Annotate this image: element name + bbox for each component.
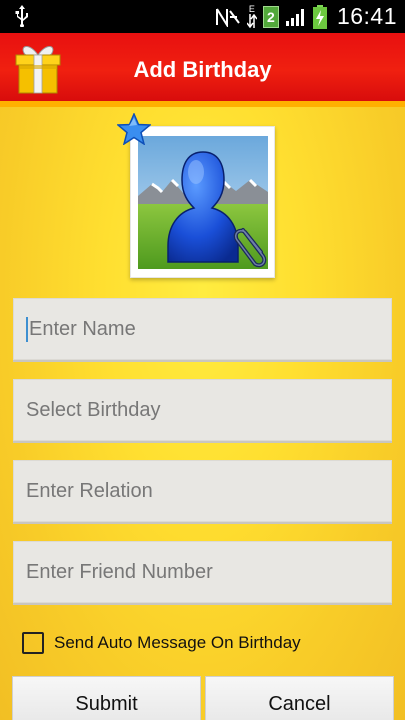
paperclip-icon	[233, 228, 267, 268]
app-bar: Add Birthday	[0, 33, 405, 107]
notification-badge: 2	[262, 5, 279, 28]
usb-icon	[15, 5, 28, 27]
submit-button[interactable]: Submit	[12, 676, 201, 720]
nfc-icon	[215, 7, 240, 27]
name-field-placeholder: Enter Name	[29, 317, 136, 340]
birthday-field[interactable]: Select Birthday	[13, 379, 392, 443]
auto-message-checkbox[interactable]	[22, 632, 44, 654]
status-bar: E 2 16:41	[0, 0, 405, 33]
battery-charging-icon	[312, 4, 327, 29]
signal-icon	[285, 8, 304, 26]
text-cursor	[26, 316, 28, 342]
relation-field-placeholder: Enter Relation	[26, 479, 153, 502]
data-arrows-icon: E	[246, 5, 257, 28]
cancel-button[interactable]: Cancel	[205, 676, 394, 720]
auto-message-label: Send Auto Message On Birthday	[54, 633, 301, 652]
clock: 16:41	[336, 3, 397, 29]
relation-field[interactable]: Enter Relation	[13, 460, 392, 524]
auto-message-option[interactable]: Send Auto Message On Birthday	[22, 629, 301, 657]
star-icon	[117, 113, 151, 145]
page-title: Add Birthday	[133, 57, 272, 82]
name-field[interactable]: Enter Name	[13, 298, 392, 362]
friend-number-field[interactable]: Enter Friend Number	[13, 541, 392, 605]
friend-number-field-placeholder: Enter Friend Number	[26, 560, 213, 583]
birthday-field-placeholder: Select Birthday	[26, 398, 161, 421]
